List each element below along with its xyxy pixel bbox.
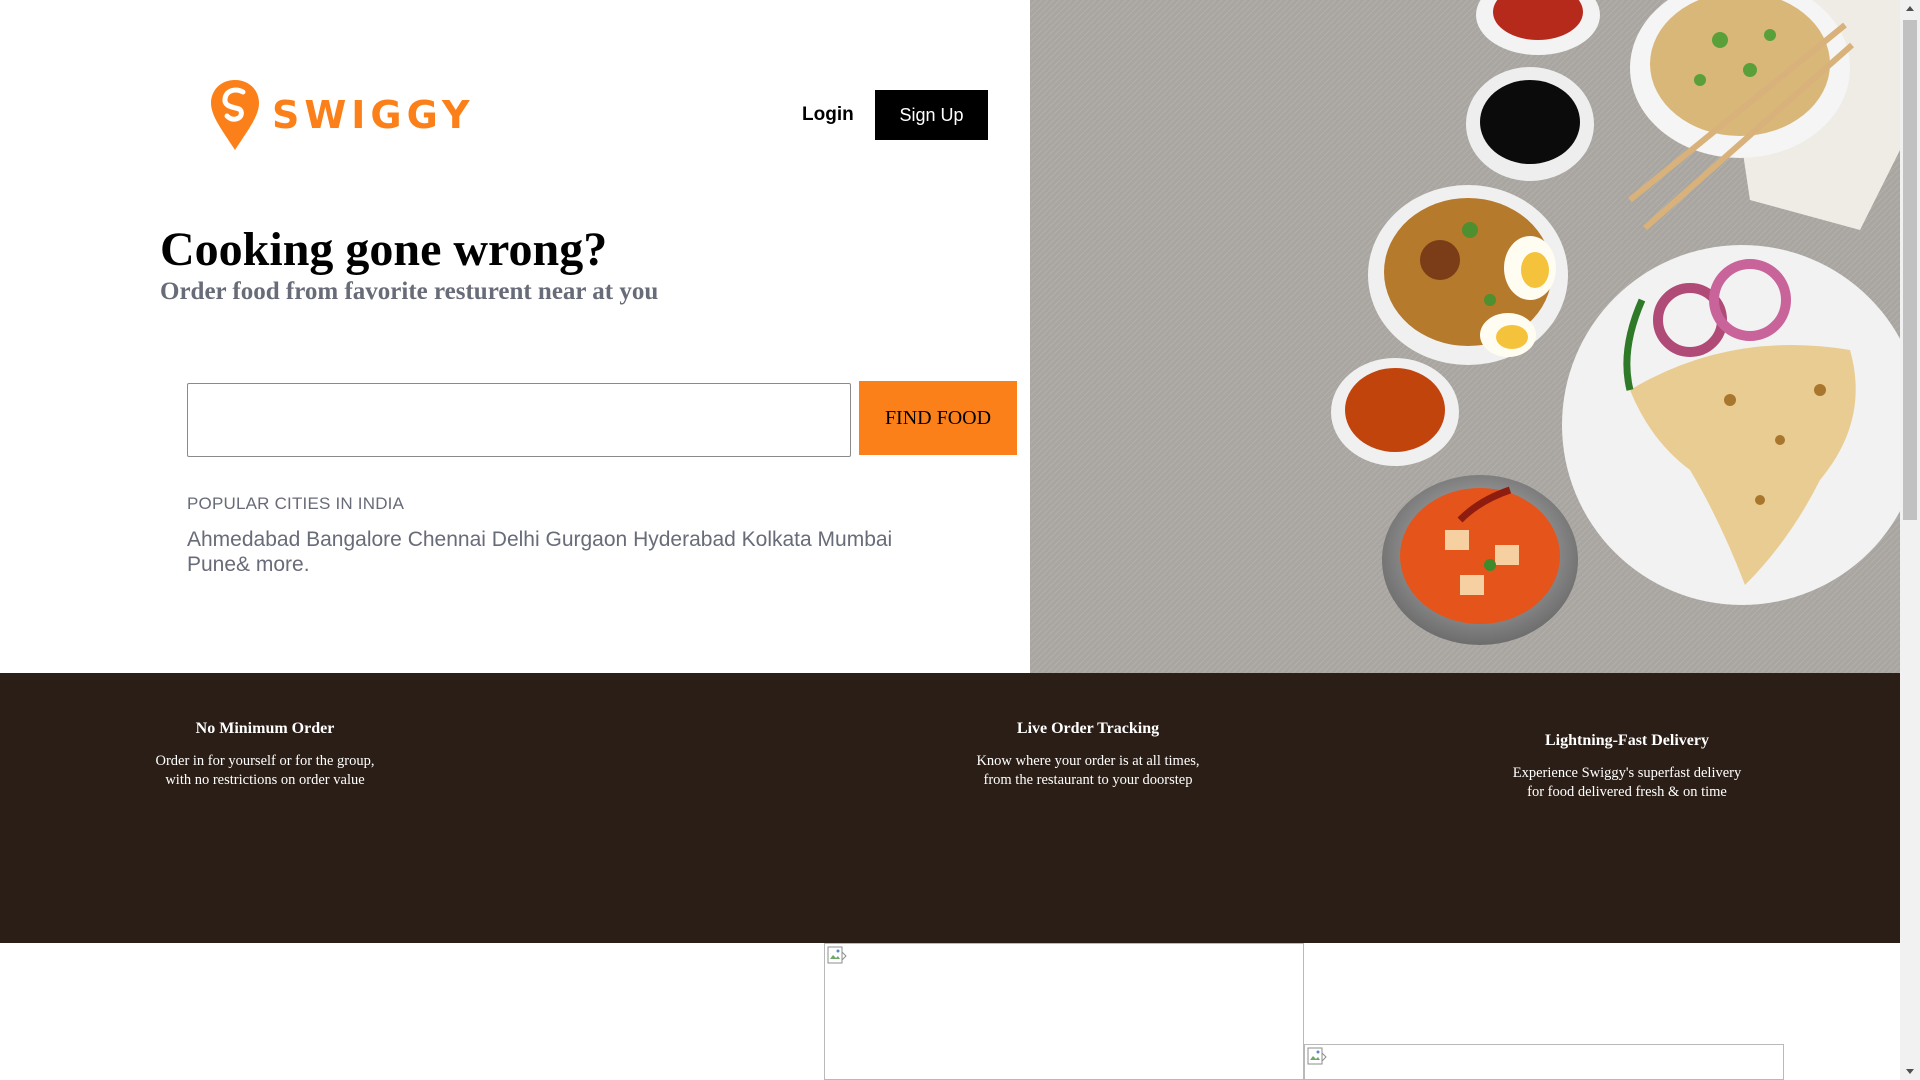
feature-desc-line: Experience Swiggy's superfast delivery	[1512, 765, 1742, 781]
feature-no-minimum-order: No Minimum Order Order in for yourself o…	[65, 720, 465, 790]
city-link-gurgaon[interactable]: Gurgaon	[545, 528, 627, 551]
feature-description: Order in for yourself or for the group, …	[65, 752, 465, 790]
city-link-mumbai[interactable]: Mumbai	[818, 528, 893, 551]
feature-live-order-tracking: Live Order Tracking Know where your orde…	[888, 720, 1288, 790]
scroll-up-arrow-icon[interactable]	[1900, 0, 1920, 17]
city-link-pune[interactable]: Pune	[187, 553, 236, 576]
hero-section: SWIGGY Login Sign Up Cooking gone wrong?…	[0, 0, 1030, 673]
swiggy-logo[interactable]: SWIGGY	[210, 78, 474, 152]
feature-title: Live Order Tracking	[1016, 720, 1160, 737]
hero-title: Cooking gone wrong?	[160, 223, 608, 276]
swiggy-pin-icon	[211, 80, 259, 150]
feature-title: Lightning-Fast Delivery	[1545, 732, 1709, 749]
broken-image-icon	[827, 946, 847, 964]
broken-image-icon	[1307, 1047, 1327, 1065]
brand-name: SWIGGY	[272, 93, 475, 137]
feature-lightning-fast-delivery: Lightning-Fast Delivery Experience Swigg…	[1427, 732, 1827, 802]
login-link[interactable]: Login	[802, 104, 854, 126]
feature-title: No Minimum Order	[195, 720, 335, 737]
city-link-hyderabad[interactable]: Hyderabad	[633, 528, 736, 551]
signup-button[interactable]: Sign Up	[875, 90, 988, 140]
location-search-input[interactable]	[187, 383, 851, 457]
feature-image-1	[824, 943, 1304, 1080]
feature-description: Experience Swiggy's superfast delivery f…	[1427, 764, 1827, 802]
feature-desc-line: for food delivered fresh & on time	[1527, 784, 1727, 800]
city-link-kolkata[interactable]: Kolkata	[742, 528, 812, 551]
city-link-delhi[interactable]: Delhi	[492, 528, 540, 551]
feature-description: Know where your order is at all times, f…	[888, 752, 1288, 790]
hero-subtitle: Order food from favorite resturent near …	[160, 278, 659, 305]
feature-desc-line: Know where your order is at all times,	[976, 753, 1200, 769]
feature-image-2	[1304, 1044, 1784, 1080]
city-link-ahmedabad[interactable]: Ahmedabad	[187, 528, 300, 551]
scroll-down-arrow-icon[interactable]	[1900, 1063, 1920, 1080]
more-cities-text: & more.	[236, 553, 310, 576]
find-food-button[interactable]: FIND FOOD	[859, 381, 1017, 455]
page-scrollbar[interactable]	[1900, 0, 1920, 1080]
feature-desc-line: Order in for yourself or for the group,	[155, 753, 375, 769]
feature-desc-line: from the restaurant to your doorstep	[983, 772, 1193, 788]
city-link-bangalore[interactable]: Bangalore	[306, 528, 402, 551]
city-link-chennai[interactable]: Chennai	[408, 528, 486, 551]
features-section: No Minimum Order Order in for yourself o…	[0, 673, 1900, 943]
hero-food-image	[1030, 0, 1900, 673]
feature-desc-line: with no restrictions on order value	[165, 772, 365, 788]
popular-cities-heading: POPULAR CITIES IN INDIA	[187, 494, 405, 513]
scrollbar-thumb[interactable]	[1903, 20, 1917, 520]
popular-cities-list: Ahmedabad Bangalore Chennai Delhi Gurgao…	[187, 527, 927, 577]
